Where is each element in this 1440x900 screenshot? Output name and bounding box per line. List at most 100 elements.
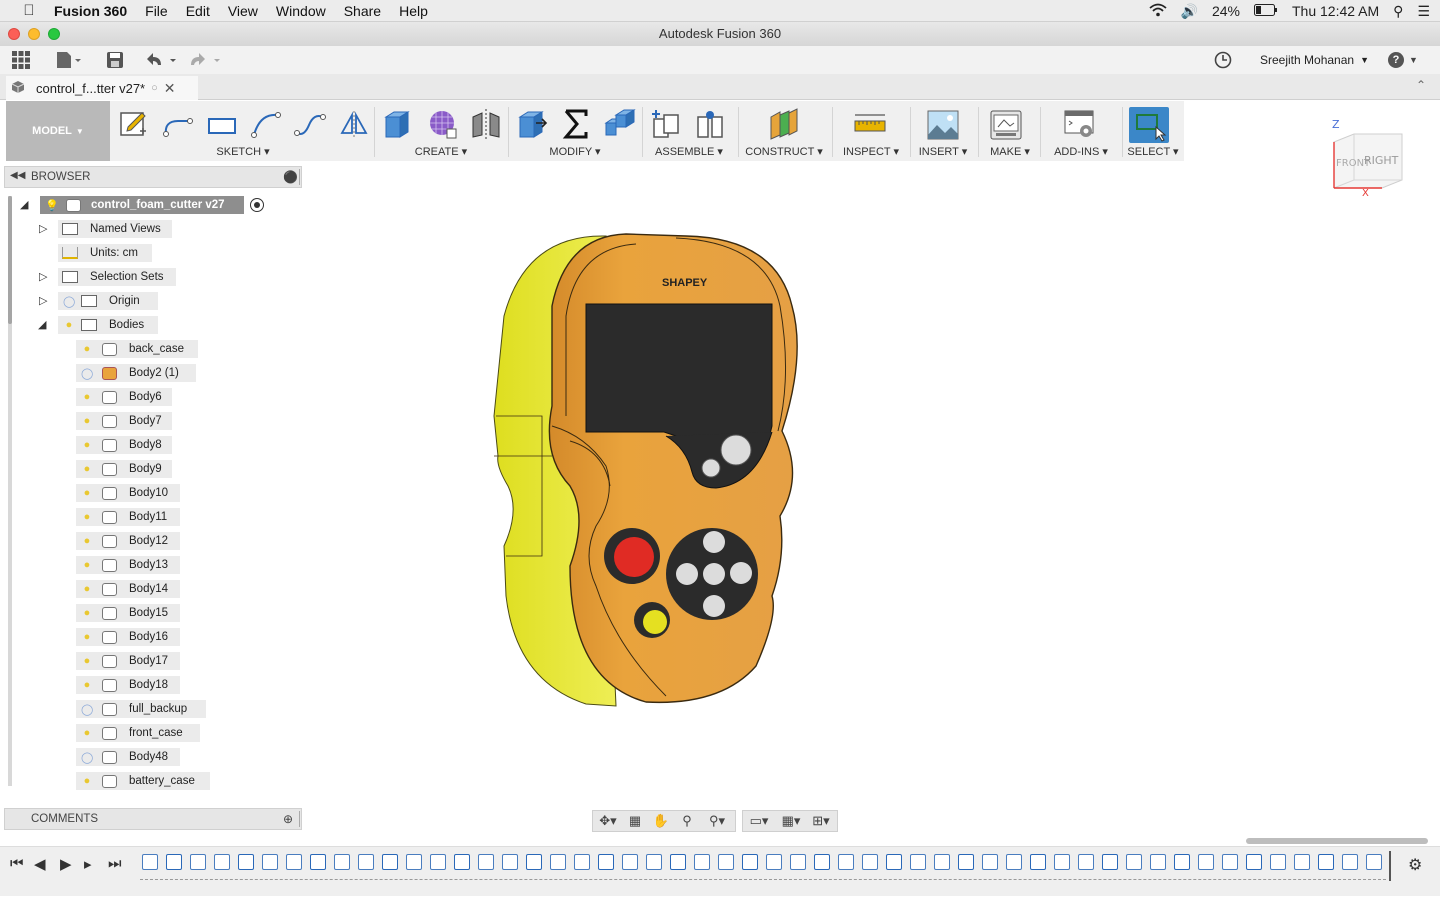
body-item[interactable]: ◯ Body48 (76, 748, 180, 766)
body-item[interactable]: ● Body8 (76, 436, 172, 454)
timeline-feature-icon[interactable] (1246, 854, 1262, 870)
workspace-switcher[interactable]: MODEL ▼ (6, 101, 110, 161)
timeline-feature-icon[interactable] (790, 854, 806, 870)
body-item[interactable]: ● Body6 (76, 388, 172, 406)
redo-icon[interactable] (190, 50, 222, 70)
mirror-body-icon[interactable] (470, 107, 502, 141)
look-at-icon[interactable]: ▦ (624, 810, 646, 832)
make-group-label[interactable]: MAKE ▾ (982, 145, 1038, 158)
timeline-marker[interactable] (1389, 851, 1391, 881)
file-menu-icon[interactable] (56, 50, 82, 70)
collapse-panel-icon[interactable]: ◀◀ (10, 170, 25, 181)
offset-plane-icon[interactable] (768, 107, 800, 141)
sketch-group-label[interactable]: SKETCH ▾ (112, 145, 374, 158)
zoom-icon[interactable]: ⚲ (676, 810, 698, 832)
bodies-folder[interactable]: ● Bodies (58, 316, 158, 334)
visibility-bulb-icon[interactable]: ● (81, 727, 93, 739)
timeline-feature-icon[interactable] (1078, 854, 1094, 870)
mirror-sketch-icon[interactable] (338, 107, 370, 141)
combine-bodies-icon[interactable] (604, 107, 636, 141)
rectangle-tool-icon[interactable] (206, 107, 238, 141)
menu-view[interactable]: View (228, 3, 258, 19)
body-item[interactable]: ● Body9 (76, 460, 172, 478)
visibility-bulb-icon[interactable]: ● (81, 607, 93, 619)
pan-hand-icon[interactable]: ✋ (650, 810, 672, 832)
timeline-feature-icon[interactable] (214, 854, 230, 870)
timeline-feature-icon[interactable] (406, 854, 422, 870)
selection-sets-folder[interactable]: Selection Sets (58, 268, 176, 286)
body-item[interactable]: ● Body15 (76, 604, 180, 622)
display-settings-icon[interactable]: ▭▾ (744, 810, 774, 832)
activate-component-radio[interactable] (250, 198, 264, 212)
insert-image-icon[interactable] (927, 107, 959, 141)
extrude-icon[interactable] (380, 107, 412, 141)
root-component[interactable]: 💡 control_foam_cutter v27 (40, 196, 244, 214)
menu-app-name[interactable]: Fusion 360 (54, 3, 127, 19)
modify-group-label[interactable]: MODIFY ▾ (510, 145, 640, 158)
zoom-window-icon[interactable]: ⚲▾ (702, 810, 732, 832)
body-item[interactable]: ● Body11 (76, 508, 180, 526)
clock[interactable]: Thu 12:42 AM (1292, 3, 1379, 19)
timeline-feature-icon[interactable] (886, 854, 902, 870)
data-panel-grid-icon[interactable] (12, 50, 30, 70)
menu-edit[interactable]: Edit (186, 3, 210, 19)
visibility-bulb-icon[interactable]: ● (81, 463, 93, 475)
body-item[interactable]: ● Body12 (76, 532, 180, 550)
visibility-bulb-icon[interactable]: ● (81, 511, 93, 523)
body-item[interactable]: ● Body13 (76, 556, 180, 574)
visibility-bulb-icon[interactable]: ● (81, 415, 93, 427)
volume-icon[interactable]: 🔊 (1181, 3, 1198, 20)
undo-icon[interactable] (146, 50, 178, 70)
viewports-icon[interactable]: ⊞▾ (806, 810, 836, 832)
timeline-feature-icon[interactable] (430, 854, 446, 870)
close-tab-icon[interactable]: ✕ (164, 80, 176, 97)
timeline-feature-icon[interactable] (502, 854, 518, 870)
body-item[interactable]: ● Body17 (76, 652, 180, 670)
body-item[interactable]: ● back_case (76, 340, 198, 358)
compute-all-sigma-icon[interactable] (560, 107, 592, 141)
visibility-bulb-icon[interactable]: ● (81, 391, 93, 403)
go-to-end-icon[interactable]: ⏭ (108, 855, 122, 872)
visibility-bulb-icon[interactable]: ● (63, 319, 75, 331)
timeline-feature-icon[interactable] (1366, 854, 1382, 870)
timeline-feature-icon[interactable] (310, 854, 326, 870)
play-icon[interactable]: ▶ (60, 855, 72, 873)
timeline-feature-icon[interactable] (742, 854, 758, 870)
timeline-feature-icon[interactable] (982, 854, 998, 870)
timeline-feature-icon[interactable] (670, 854, 686, 870)
visibility-bulb-off-icon[interactable]: ◯ (81, 751, 93, 764)
timeline-feature-icon[interactable] (1030, 854, 1046, 870)
visibility-bulb-icon[interactable]: ● (81, 343, 93, 355)
browser-scrollbar-thumb[interactable] (8, 196, 12, 324)
zoom-window-button[interactable] (48, 28, 60, 40)
timeline-feature-icon[interactable] (862, 854, 878, 870)
timeline-feature-icon[interactable] (1102, 854, 1118, 870)
line-tool-icon[interactable] (162, 107, 194, 141)
timeline-settings-gear-icon[interactable]: ⚙ (1408, 855, 1422, 875)
timeline-feature-icon[interactable] (286, 854, 302, 870)
new-component-icon[interactable] (650, 107, 682, 141)
create-group-label[interactable]: CREATE ▾ (376, 145, 506, 158)
timeline-feature-icon[interactable] (1150, 854, 1166, 870)
timeline-feature-icon[interactable] (694, 854, 710, 870)
timeline-feature-icon[interactable] (766, 854, 782, 870)
timeline-feature-icon[interactable] (142, 854, 158, 870)
timeline-feature-icon[interactable] (718, 854, 734, 870)
add-ins-group-label[interactable]: ADD-INS ▾ (1042, 145, 1120, 158)
timeline-feature-icon[interactable] (910, 854, 926, 870)
body-item[interactable]: ● Body7 (76, 412, 172, 430)
visibility-bulb-icon[interactable]: 💡 (45, 199, 59, 212)
help-menu[interactable]: ? ▼ (1388, 50, 1418, 70)
body-item[interactable]: ● Body14 (76, 580, 180, 598)
battery-icon[interactable] (1254, 3, 1278, 19)
timeline-feature-icon[interactable] (1342, 854, 1358, 870)
visibility-bulb-icon[interactable]: ● (81, 655, 93, 667)
body-item[interactable]: ◯ Body2 (1) (76, 364, 196, 382)
body-item[interactable]: ◯ full_backup (76, 700, 206, 718)
visibility-bulb-icon[interactable]: ● (81, 631, 93, 643)
browser-scrollbar-track[interactable] (8, 196, 12, 786)
visibility-bulb-off-icon[interactable]: ◯ (81, 367, 93, 380)
wifi-icon[interactable] (1148, 3, 1167, 20)
visibility-bulb-icon[interactable]: ● (81, 775, 93, 787)
visibility-bulb-off-icon[interactable]: ◯ (63, 295, 75, 308)
